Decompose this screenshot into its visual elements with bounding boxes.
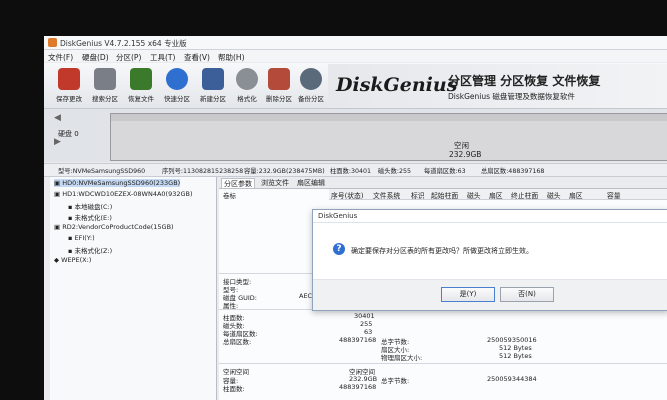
tree-item-hd0[interactable]: ▣ HD0:NVMeSamsungSSD960(233GB) [54,179,181,187]
dialog-title: DiskGenius [318,212,358,220]
total-bytes-value: 250059350016 [487,336,537,344]
no-button[interactable]: 否(N) [500,287,554,302]
tree-item-unformatted-z[interactable]: ▪ 未格式化(Z:) [68,245,112,255]
section-divider [219,363,667,364]
col-id[interactable]: 标识 [411,190,425,200]
tree-item-hd1[interactable]: ▣ HD1:WDCWD10EZEX-08WN4A0(932GB) [54,190,193,198]
total-sectors-value: 488397168 [339,336,377,344]
quick-partition-icon [166,68,188,90]
brand-banner: DiskGenius 分区管理 分区恢复 文件恢复 DiskGenius 磁盘管… [328,64,667,108]
backup-partition-icon [300,68,322,90]
disk-info-bar: 型号:NVMeSamsungSSD960 序列号:113082815238258… [44,163,667,177]
partition-table-header: 序号(状态) 文件系统 标识 起始柱面 磁头 扇区 终止柱面 磁头 扇区 容量 [329,189,667,200]
col-filesystem[interactable]: 文件系统 [373,190,400,200]
menu-file[interactable]: 文件(F) [48,52,73,63]
tab-sector-edit[interactable]: 扇区编辑 [295,178,327,188]
info-heads: 磁头数:255 [378,168,412,175]
save-changes-button[interactable]: 保存更改 [52,65,86,105]
disk-icon: ▣ [54,223,63,231]
disk-tree: ▣ HD0:NVMeSamsungSSD960(233GB) ▣ HD1:WDC… [50,177,217,400]
info-cylinders: 柱面数:30401 [330,168,372,175]
tree-item-efi-y[interactable]: ▪ EFI(Y:) [68,234,95,242]
confirm-save-dialog: DiskGenius ? 确定要保存对分区表的所有更改吗？所做更改将立即生效。 … [312,209,667,311]
delete-partition-icon [268,68,290,90]
menu-bar: 文件(F) 硬盘(D) 分区(P) 工具(T) 查看(V) 帮助(H) [44,50,667,62]
heads-value: 255 [360,320,373,328]
free-cylinders-value: 488397168 [339,383,377,391]
title-bar: DiskGenius V4.7.2.155 x64 专业版 [44,36,667,50]
nav-back-icon[interactable]: ◀ [54,113,61,123]
free-space-size: 232.9GB [449,150,482,159]
info-sectors: 每道扇区数:63 [424,168,466,175]
menu-view[interactable]: 查看(V) [184,52,210,63]
sector-size-value: 512 Bytes [499,344,532,352]
disk-icon: ▣ [54,190,63,198]
col-start-cylinder[interactable]: 起始柱面 [431,190,458,200]
info-model: 型号:NVMeSamsungSSD960 [58,168,146,175]
menu-tools[interactable]: 工具(T) [150,52,175,63]
window-title: DiskGenius V4.7.2.155 x64 专业版 [60,39,187,48]
recover-file-icon [130,68,152,90]
diskgenius-window: DiskGenius V4.7.2.155 x64 专业版 文件(F) 硬盘(D… [44,36,667,400]
tab-browse-files[interactable]: 浏览文件 [259,178,291,188]
col-capacity[interactable]: 容量 [607,190,621,200]
menu-help[interactable]: 帮助(H) [218,52,245,63]
new-partition-icon [202,68,224,90]
save-icon [58,68,80,90]
yes-button[interactable]: 是(Y) [441,287,495,302]
question-icon: ? [333,243,345,255]
free-space-area [111,121,667,160]
delete-partition-button[interactable]: 删除分区 [262,65,296,105]
brand-subtagline: DiskGenius 磁盘管理及数据恢复软件 [448,92,575,101]
free-space-bar[interactable] [110,113,667,161]
physical-sector-size-value: 512 Bytes [499,352,532,360]
tree-item-local-c[interactable]: ▪ 本地磁盘(C:) [68,201,112,211]
sectors-per-track-value: 63 [364,328,373,336]
app-icon [48,38,57,47]
col-end-cylinder[interactable]: 终止柱面 [511,190,538,200]
tree-item-rd2[interactable]: ▣ RD2:VendorCoProductCode(15GB) [54,223,174,231]
backup-partition-button[interactable]: 备份分区 [294,65,328,105]
dialog-message: 确定要保存对分区表的所有更改吗？所做更改将立即生效。 [351,247,533,255]
quick-partition-button[interactable]: 快速分区 [160,65,194,105]
brand-tagline: 分区管理 分区恢复 文件恢复 [448,74,601,88]
tree-item-unformatted-e[interactable]: ▪ 未格式化(E:) [68,212,112,222]
dialog-title-bar: DiskGenius [313,210,667,223]
col-start-head[interactable]: 磁头 [467,190,481,200]
format-button[interactable]: 格式化 [230,65,264,105]
col-end-sector[interactable]: 扇区 [569,190,583,200]
volume-label-header: 卷标 [223,192,236,200]
info-serial: 序列号:113082815238258 [162,168,244,175]
search-partition-icon [94,68,116,90]
physical-sector-size-label: 物理扇区大小: [381,354,423,362]
info-total-sectors: 总扇区数:488397168 [481,168,545,175]
free-capacity-value: 232.9GB [349,375,378,383]
col-start-sector[interactable]: 扇区 [489,190,503,200]
col-end-head[interactable]: 磁头 [547,190,561,200]
disk-map: ◀ ▶ 硬盘 0 [44,109,667,162]
disk-label: 硬盘 0 [58,130,79,138]
new-partition-button[interactable]: 新建分区 [196,65,230,105]
menu-disk[interactable]: 硬盘(D) [82,52,109,63]
search-partition-button[interactable]: 搜索分区 [88,65,122,105]
dialog-footer: 是(Y) 否(N) [313,279,667,310]
brand-logo: DiskGenius [336,74,458,96]
col-index-status[interactable]: 序号(状态) [331,190,364,200]
info-capacity: 容量:232.9GB(238475MB) [244,168,325,175]
free-total-bytes-label: 总字节数: [381,377,410,385]
tab-strip: 分区参数 浏览文件 扇区编辑 [219,177,667,189]
total-sectors-label: 总扇区数: [223,338,252,346]
menu-partition[interactable]: 分区(P) [116,52,141,63]
recover-file-button[interactable]: 恢复文件 [124,65,158,105]
disk-icon: ▣ [54,179,63,187]
tree-item-wepe-x[interactable]: ◆ WEPE(X:) [54,256,91,264]
free-cylinders-label: 柱面数: [223,385,245,393]
cylinders-value: 30401 [354,312,375,320]
free-total-bytes-value: 250059344384 [487,375,537,383]
format-icon [236,68,258,90]
